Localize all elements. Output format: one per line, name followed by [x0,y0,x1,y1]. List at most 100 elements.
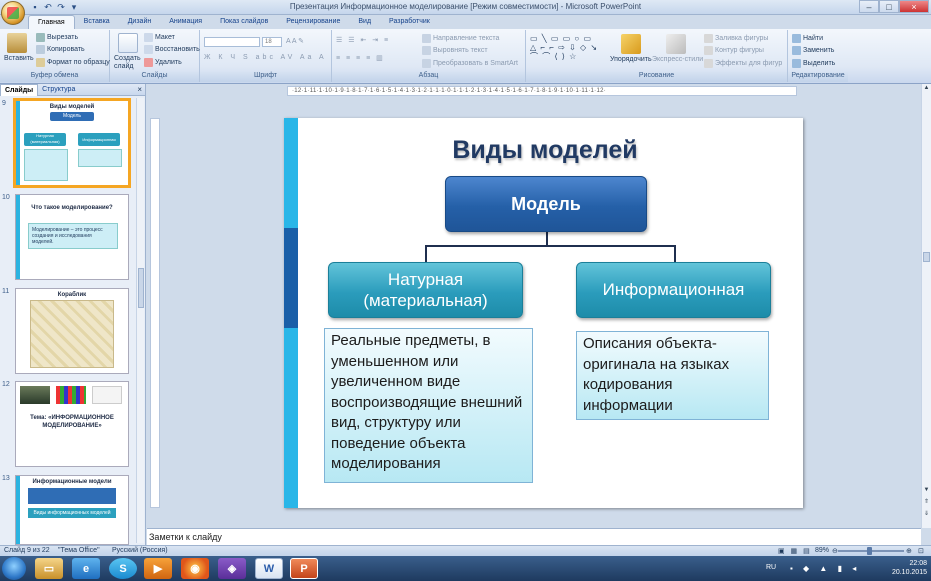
slide-thumbnail-12[interactable]: Тема: «ИНФОРМАЦИОННОЕ МОДЕЛИРОВАНИЕ» [15,381,129,467]
keyboard-language[interactable]: RU [766,564,776,571]
scroll-thumb[interactable] [138,268,144,308]
scroll-down-icon[interactable]: ▼ [922,486,931,495]
new-slide-button[interactable]: Создать слайд [114,55,142,71]
align-text-button[interactable]: Выровнять текст [422,46,488,55]
notes-pane[interactable]: Заметки к слайду [147,528,921,545]
system-clock[interactable]: 22:08 20.10.2015 [892,559,927,577]
slides-panel: Слайды Структура × 9 Виды моделей Модель… [0,83,146,545]
tab-insert[interactable]: Вставка [75,15,119,29]
media-player-icon[interactable]: ▶ [144,558,172,579]
zoom-slider-handle[interactable] [867,547,872,555]
maximize-button[interactable]: □ [879,0,899,13]
skype-icon[interactable]: S [109,558,137,579]
slide-scrollbar[interactable]: ▲ ▼ ⇑ ⇓ [921,84,931,528]
copy-button[interactable]: Копировать [36,45,85,54]
format-painter-button[interactable]: Формат по образцу [36,58,110,67]
shape-effects-button[interactable]: Эффекты для фигур [704,59,782,68]
find-button[interactable]: Найти [792,34,823,43]
font-size-field[interactable]: 18 [262,37,282,47]
tab-view[interactable]: Вид [349,15,380,29]
slide-title[interactable]: Виды моделей [414,136,676,165]
slide-thumbnail-10[interactable]: Что такое моделирование? Моделирование –… [15,194,129,280]
shapes-gallery[interactable]: ▭ ╲ ▭ ▭ ○ ▭ △ ⌐ ⌐ ⇨ ⇩ ◇ ↘ ⌒ ⌒ ⟨ ⟩ ☆ [530,34,600,61]
previous-slide-icon[interactable]: ⇑ [922,498,931,507]
cut-label: Вырезать [47,34,79,41]
editing-group-label: Редактирование [788,72,848,82]
natural-model-node[interactable]: Натурная (материальная) [328,262,523,318]
arrange-button[interactable]: Упорядочить [610,56,652,63]
fit-to-window-icon[interactable]: ⊡ [918,547,924,555]
tab-home[interactable]: Главная [28,15,75,29]
text-direction-button[interactable]: Направление текста [422,34,499,43]
paste-button[interactable]: Вставить [4,55,34,62]
thumb-box [28,488,116,504]
align-buttons[interactable]: ≡ ≡ ≡ ≡ ▥ [336,54,385,62]
paste-icon [7,33,27,53]
paragraph-group-label: Абзац [332,72,525,82]
office-button[interactable] [1,1,25,25]
next-slide-icon[interactable]: ⇓ [922,510,931,519]
brush-icon [36,58,45,67]
slide-thumbnail-9[interactable]: Виды моделей Модель Натурная (материальн… [13,98,131,188]
information-model-description[interactable]: Описания объекта-оригинала на языках код… [576,331,769,420]
information-model-node[interactable]: Информационная [576,262,771,318]
thumb-box [24,149,68,181]
close-panel-icon[interactable]: × [137,85,142,94]
select-button[interactable]: Выделить [792,59,835,68]
thumb-node: Виды информационных моделей [28,508,116,518]
boat-origami-image [30,300,114,368]
connector-line [546,232,548,246]
quick-styles-button[interactable]: Экспресс-стили [652,56,703,63]
shape-outline-button[interactable]: Контур фигуры [704,46,764,55]
view-buttons[interactable]: ▣ ▦ ▤ [778,547,812,555]
reset-button[interactable]: Восстановить [144,45,200,54]
powerpoint-icon[interactable]: P [290,558,318,579]
shape-fill-button[interactable]: Заливка фигуры [704,34,768,43]
internet-explorer-icon[interactable]: e [72,558,100,579]
scissors-icon [36,33,45,42]
zoom-level[interactable]: 89% [815,547,829,554]
list-buttons[interactable]: ☰ ☰ ⇤ ⇥ ≡ [336,36,390,44]
tab-review[interactable]: Рецензирование [277,15,349,29]
arrange-icon [621,34,641,54]
clipboard-group-label: Буфер обмена [0,72,109,82]
slide-thumbnail-11[interactable]: Кораблик [15,288,129,374]
start-button[interactable] [2,557,26,580]
slide-thumbnail-13[interactable]: Информационные модели Виды информационны… [15,475,129,545]
cut-button[interactable]: Вырезать [36,33,78,42]
natural-model-description[interactable]: Реальные предметы, в уменьшенном или уве… [324,328,533,483]
visual-studio-icon[interactable]: ◈ [218,558,246,579]
font-size-buttons[interactable]: A A ✎ [286,37,304,45]
text-direction-label: Направление текста [433,35,500,42]
scroll-up-icon[interactable]: ▲ [922,84,931,93]
smartart-button[interactable]: Преобразовать в SmartArt [422,59,518,68]
zoom-in-icon[interactable]: ⊕ [906,547,912,555]
slide-canvas[interactable]: Виды моделей Модель Натурная (материальн… [284,118,803,508]
firefox-icon[interactable]: ◉ [181,558,209,579]
tab-animation[interactable]: Анимация [160,15,211,29]
replace-button[interactable]: Заменить [792,46,834,55]
tab-design[interactable]: Дизайн [119,15,161,29]
zoom-out-icon[interactable]: ⊖ [832,547,838,555]
scroll-thumb[interactable] [923,252,930,262]
font-name-field[interactable] [204,37,260,47]
delete-slide-button[interactable]: Удалить [144,58,182,67]
replace-label: Заменить [803,47,835,54]
find-icon [792,34,801,43]
layout-button[interactable]: Макет [144,33,175,42]
tab-developer[interactable]: Разработчик [380,15,439,29]
thumb-stripe [16,195,20,279]
tab-slides[interactable]: Слайды [0,83,39,96]
tab-slideshow[interactable]: Показ слайдов [211,15,277,29]
word-icon[interactable]: W [255,558,283,579]
minimize-button[interactable]: – [859,0,879,13]
slides-panel-scrollbar[interactable] [136,98,144,543]
close-button[interactable]: × [899,0,929,13]
model-node[interactable]: Модель [445,176,647,232]
slide-workspace: ·12·1·11·1·10·1·9·1·8·1·7·1·6·1·5·1·4·1·… [147,84,931,528]
explorer-icon[interactable]: ▭ [35,558,63,579]
language-indicator[interactable]: Русский (Россия) [112,547,168,554]
font-format-buttons[interactable]: Ж К Ч S abc AV Aa A [204,54,327,61]
tray-icons[interactable]: ▪ ◆ ▲ ▮ ◂ [790,564,860,573]
tab-outline[interactable]: Структура [38,86,79,93]
